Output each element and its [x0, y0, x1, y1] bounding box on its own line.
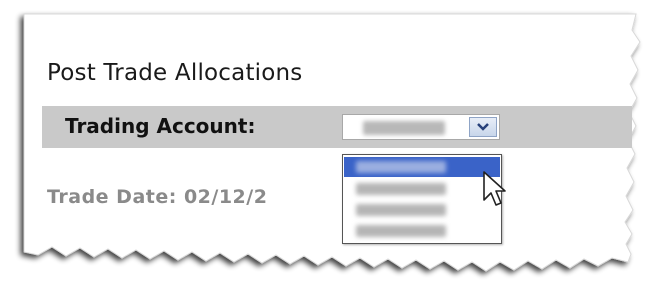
- dropdown-toggle-button[interactable]: [469, 117, 497, 137]
- mouse-pointer-icon: [482, 170, 508, 212]
- account-dropdown-list: [342, 154, 502, 244]
- trade-date-text: Trade Date: 02/12/2: [47, 186, 268, 208]
- section-title: Post Trade Allocations: [47, 60, 303, 86]
- dropdown-option[interactable]: [344, 221, 500, 241]
- option-label-blurred: [356, 204, 446, 216]
- trading-account-bar: Trading Account:: [42, 106, 632, 148]
- chevron-down-icon: [477, 123, 489, 131]
- option-label-blurred: [356, 225, 446, 237]
- trading-account-label: Trading Account:: [65, 114, 256, 138]
- screenshot-stage: Post Trade Allocations Trading Account: …: [0, 0, 651, 291]
- selected-account-value-blurred: [363, 121, 445, 135]
- option-label-blurred: [356, 161, 446, 173]
- dropdown-option[interactable]: [344, 200, 500, 220]
- dropdown-option[interactable]: [344, 157, 500, 177]
- option-label-blurred: [356, 183, 446, 195]
- dropdown-option[interactable]: [344, 179, 500, 199]
- trading-account-select[interactable]: [342, 114, 500, 140]
